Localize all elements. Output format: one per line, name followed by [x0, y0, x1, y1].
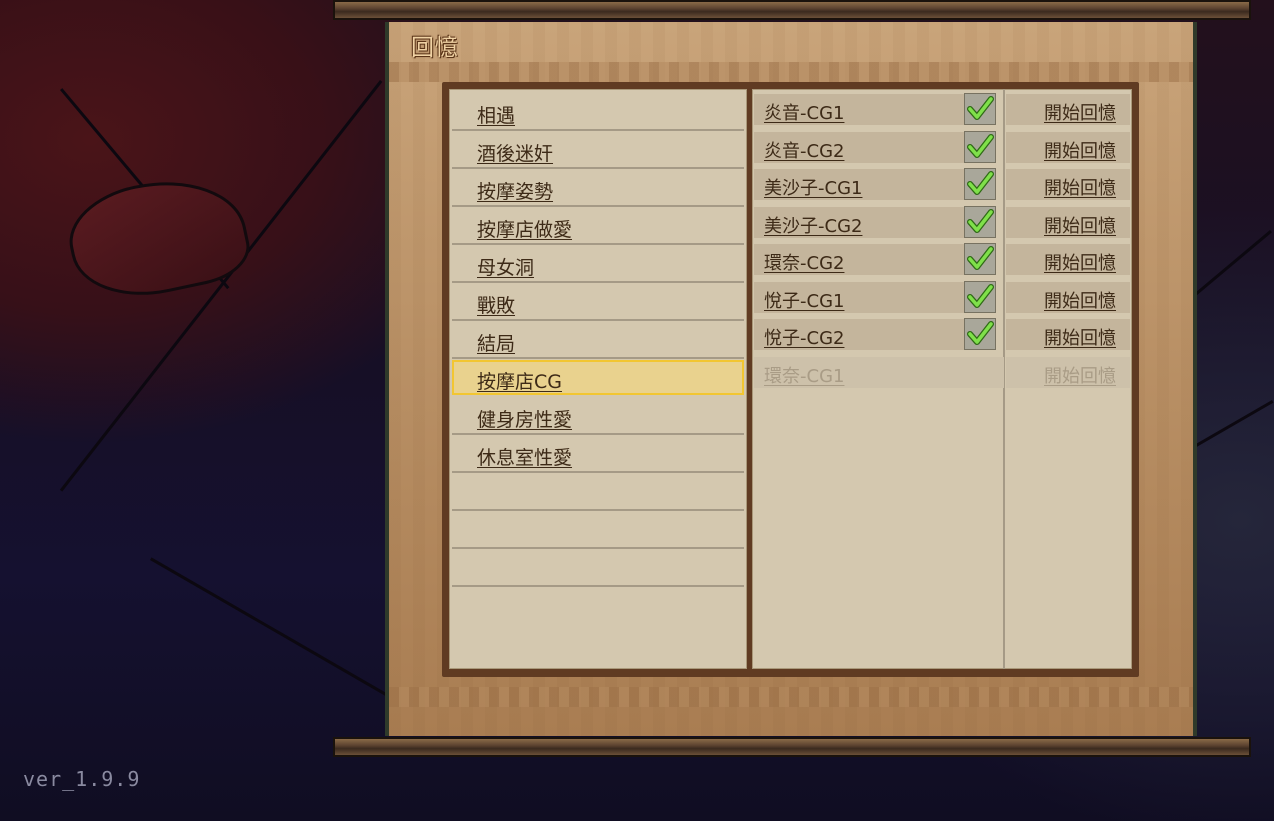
- category-item[interactable]: 母女洞: [452, 246, 744, 283]
- category-item[interactable]: 相遇: [452, 94, 744, 131]
- entry-name: 環奈-CG1: [764, 366, 845, 387]
- category-label: 按摩店CG: [477, 371, 562, 393]
- version-label: ver_1.9.9: [23, 767, 141, 791]
- checkmark-icon: [964, 131, 996, 163]
- entry-row: 美沙子-CG1 開始回憶: [754, 168, 1130, 200]
- start-memory-button[interactable]: 開始回憶: [1044, 212, 1116, 238]
- category-item[interactable]: 戰敗: [452, 284, 744, 321]
- entry-row: 悅子-CG2 開始回憶: [754, 318, 1130, 350]
- start-memory-button[interactable]: 開始回憶: [1044, 99, 1116, 125]
- category-item[interactable]: 按摩店做愛: [452, 208, 744, 245]
- checkmark-icon: [964, 318, 996, 350]
- category-label: 母女洞: [477, 257, 535, 279]
- entry-row: 悅子-CG1 開始回憶: [754, 281, 1130, 313]
- category-item[interactable]: 健身房性愛: [452, 398, 744, 435]
- checkmark-icon: [964, 206, 996, 238]
- checkmark-icon: [964, 281, 996, 313]
- checkmark-icon: [964, 168, 996, 200]
- page-title: 回憶: [411, 35, 459, 61]
- category-item-empty: [452, 550, 744, 587]
- category-label: 按摩店做愛: [477, 219, 573, 241]
- entry-row-locked: 環奈-CG1 開始回憶: [754, 357, 1130, 388]
- entry-name: 美沙子-CG1: [764, 178, 863, 199]
- start-memory-button[interactable]: 開始回憶: [1044, 249, 1116, 275]
- category-label: 結局: [477, 333, 516, 355]
- scroll-pattern-band: [389, 687, 1193, 707]
- category-label: 相遇: [477, 105, 516, 127]
- category-label: 休息室性愛: [477, 447, 573, 469]
- category-label: 酒後迷奸: [477, 143, 554, 165]
- entry-name: 炎音-CG1: [764, 103, 845, 124]
- category-item-selected[interactable]: 按摩店CG: [452, 360, 744, 395]
- entry-name: 環奈-CG2: [764, 253, 845, 274]
- entry-row: 炎音-CG2 開始回憶: [754, 131, 1130, 163]
- category-item[interactable]: 按摩姿勢: [452, 170, 744, 207]
- start-memory-button[interactable]: 開始回憶: [1044, 174, 1116, 200]
- checkmark-icon: [964, 93, 996, 125]
- scroll-top-rod: [333, 0, 1251, 20]
- entry-name: 炎音-CG2: [764, 141, 845, 162]
- entry-row: 美沙子-CG2 開始回憶: [754, 206, 1130, 238]
- start-memory-button[interactable]: 開始回憶: [1044, 324, 1116, 350]
- start-memory-button-disabled: 開始回憶: [1044, 366, 1116, 387]
- entry-name: 悅子-CG2: [764, 328, 845, 349]
- entry-name: 悅子-CG1: [764, 291, 845, 312]
- start-memory-button[interactable]: 開始回憶: [1044, 287, 1116, 313]
- category-item[interactable]: 酒後迷奸: [452, 132, 744, 169]
- checkmark-icon: [964, 243, 996, 275]
- start-memory-button[interactable]: 開始回憶: [1044, 137, 1116, 163]
- scroll-bottom-rod: [333, 737, 1251, 757]
- category-item[interactable]: 休息室性愛: [452, 436, 744, 473]
- entry-name: 美沙子-CG2: [764, 216, 863, 237]
- category-item[interactable]: 結局: [452, 322, 744, 359]
- category-label: 按摩姿勢: [477, 181, 554, 203]
- entry-row: 炎音-CG1 開始回憶: [754, 93, 1130, 125]
- category-item-empty: [452, 512, 744, 549]
- background-line: [150, 557, 412, 710]
- category-list: 相遇 酒後迷奸 按摩姿勢 按摩店做愛 母女洞 戰敗 結局 按摩店CG 健身房性愛…: [449, 89, 747, 669]
- entry-row: 環奈-CG2 開始回憶: [754, 243, 1130, 275]
- category-item-empty: [452, 474, 744, 511]
- category-label: 健身房性愛: [477, 409, 573, 431]
- scroll-pattern-band: [389, 62, 1193, 82]
- category-label: 戰敗: [477, 295, 516, 317]
